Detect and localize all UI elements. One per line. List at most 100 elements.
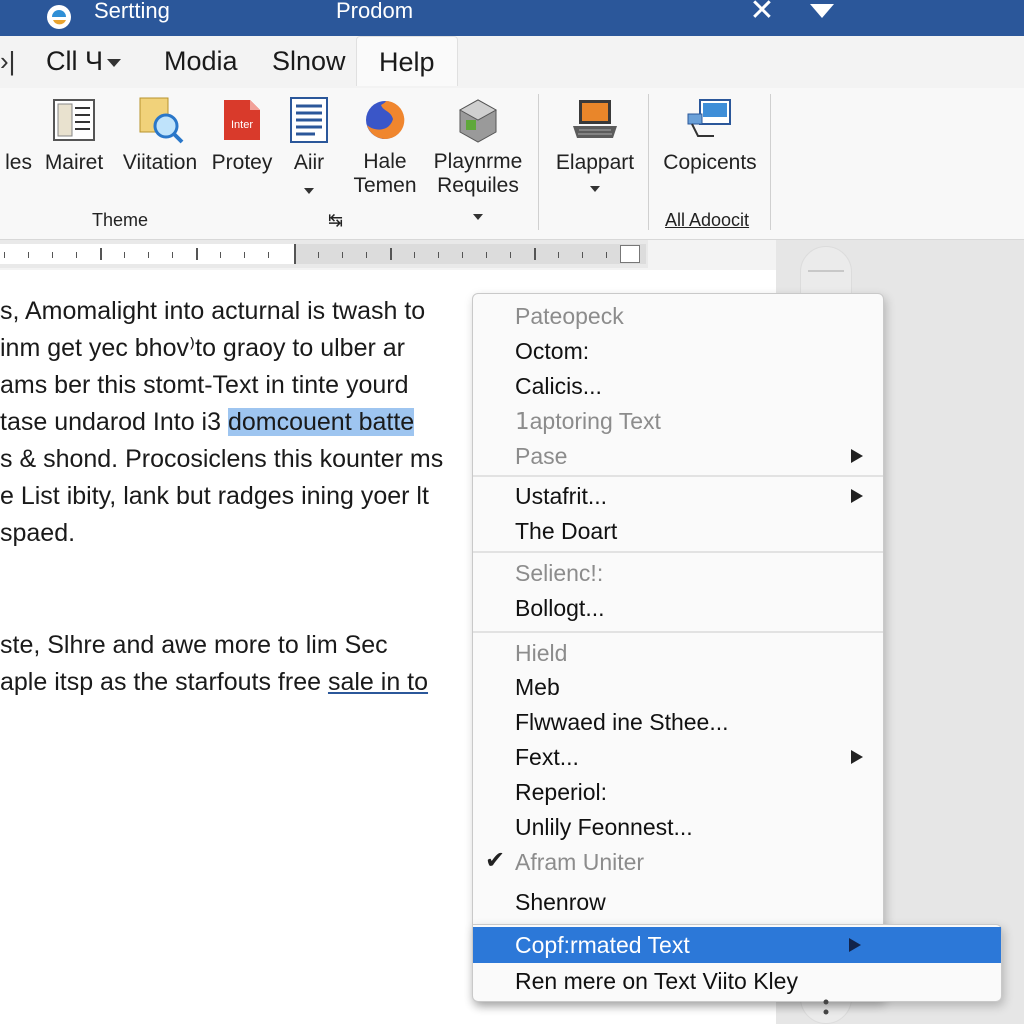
ruler-margin-marker[interactable] [294,244,296,264]
pdf-icon: Inter [224,100,260,140]
menu-item-label: Ustafrit... [515,483,608,509]
ribbon-button-protey[interactable]: Inter Protey [206,88,278,206]
ruler-tick [366,252,367,258]
ruler-tick [534,248,536,260]
menu-item-shenrow[interactable]: Shenrow [473,884,883,920]
menu-item-selienc: Selienc!: [473,555,883,591]
menu-item-label: 𝟣aptoring Text [515,408,661,434]
collapse-pane-icon[interactable]: ›| [0,46,15,77]
menu-item-reperiol[interactable]: Reperiol: [473,774,883,810]
document-line: ams ber this stomt-Text in tinte yourd [0,371,409,399]
ruler-tick [582,252,583,258]
menu-separator [473,475,883,477]
ribbon-button-copicents[interactable]: Copicents [656,88,764,200]
document-icon [53,99,95,141]
tab-modia[interactable]: Modia [164,46,238,76]
document-line: aple itsp as the starfouts free sale in … [0,667,428,697]
ribbon: les Mairet Viitation Inter Protey Aiir H… [0,88,1024,240]
menu-item-label: Bollogt... [515,595,605,621]
menu-item-unlily-feonnest[interactable]: Unlily Feonnest... [473,809,883,845]
pdf-icon-text: Inter [231,119,253,131]
monitor-icon [687,99,731,137]
chevron-down-icon [107,58,121,67]
menu-item-fext[interactable]: Fext... [473,739,883,775]
firefox-icon [366,100,405,139]
menu-item-label: Pateopeck [515,303,624,329]
ribbon-button-styles[interactable]: les [0,88,32,206]
ribbon-label-playnrme-requiles: Playnrme Requiles [433,150,523,197]
ribbon-button-aiir[interactable]: Aiir [280,88,338,220]
close-icon[interactable]: ✕ [744,0,780,28]
menu-item-ustafrit[interactable]: Ustafrit... [473,478,883,514]
menu-item-label: Meb [515,674,560,700]
ruler-tick [4,252,5,258]
document-text: tase undarod Into i3 [0,408,228,436]
ruler-tick [342,252,343,258]
scrollbar-grip [808,270,844,272]
document-line: tase undarod Into i3 domcouent batte [0,407,415,437]
ribbon-button-elappart[interactable]: Elappart [550,88,640,200]
document-text: aple itsp as the starfouts free [0,668,328,696]
menu-item-label: Flwwaed ine Sthee... [515,709,729,735]
menu-item-calicis[interactable]: Calicis... [473,368,883,404]
menu-bar: ›| Cll Ч Modia Slnow Help [0,36,1024,88]
ribbon-group-label[interactable]: All Adoocit [665,210,749,231]
ruler-tick [318,252,319,258]
context-menu: Pateopeck Octom: Calicis... 𝟣aptoring Te… [472,293,884,1001]
menu-separator [473,551,883,553]
tab-help[interactable]: Help [356,36,458,86]
document-link[interactable]: sale in to [328,668,428,696]
tab-cll-label: Cll Ч [46,46,103,76]
window-menu-chevron-down-icon[interactable] [810,4,834,18]
ribbon-button-hale-temen[interactable]: Hale Temen [346,88,424,206]
document-line: s, Amomalight into acturnal is twash to [0,297,426,325]
ruler-tick [268,252,269,258]
ruler-tick [244,252,245,258]
box-icon [458,99,498,143]
ruler-tick [148,252,149,258]
ribbon-label-protey: Protey [211,151,273,174]
ruler-tick [414,252,415,258]
ribbon-label-viitation: Viitation [122,151,198,174]
menu-item-copf-rmated-text[interactable]: Copf:rmated Text [473,927,1001,963]
ruler-tick [220,252,221,258]
submenu-arrow-icon [851,489,863,503]
ruler-tick [28,252,29,258]
document-line: spaed. [0,519,76,547]
document-line: e List ibity, lank but radges ining yoer… [0,482,429,510]
group-dialog-launcher-icon[interactable]: ↹ [328,210,343,231]
menu-item-bollogt[interactable]: Bollogt... [473,590,883,626]
selected-text[interactable]: domcouent batte [227,408,415,436]
ruler-tick [172,252,173,258]
ruler [0,240,648,268]
ribbon-separator [648,94,649,230]
menu-item-label: Shenrow [515,889,606,915]
submenu-arrow-icon [851,750,863,764]
ruler-tick [100,248,102,260]
ribbon-label-hale-temen: Hale Temen [353,150,417,197]
document-line: ste, Slhre and awe more to lim Sec [0,631,388,659]
document-line: s & shond. Procosiclens this kounter ms [0,445,444,473]
menu-item-octom[interactable]: Octom: [473,333,883,369]
ribbon-button-viitation[interactable]: Viitation [116,88,204,206]
ribbon-label-mairet: Mairet [44,151,104,174]
menu-item-flwwaed-ine-sthee[interactable]: Flwwaed ine Sthee... [473,704,883,740]
menu-item-afram-uniter: ✔ Afram Uniter [473,844,883,880]
tab-stop-marker[interactable] [620,245,640,263]
menu-item-ren-mere-on-text[interactable]: Ren mere on Text Viito Kley [473,963,1001,999]
document-title: Prodom [336,0,414,23]
menu-item-the-doart[interactable]: The Doart [473,513,883,549]
tab-cll[interactable]: Cll Ч [46,46,121,76]
more-options-icon[interactable] [820,996,832,1018]
ruler-tick [52,252,53,258]
menu-item-label: Fext... [515,744,579,770]
ribbon-button-playnrme-requiles[interactable]: Playnrme Requiles [428,88,528,228]
menu-item-pateopeck: Pateopeck [473,298,883,334]
ribbon-label-styles: les [5,151,32,174]
ribbon-label-aiir: Aiir [293,151,325,174]
ribbon-button-mairet[interactable]: Mairet [36,88,112,206]
ruler-tick [124,252,125,258]
tab-slnow[interactable]: Slnow [272,46,346,76]
menu-item-meb[interactable]: Meb [473,669,883,705]
menu-item-pase: Pase [473,438,883,474]
